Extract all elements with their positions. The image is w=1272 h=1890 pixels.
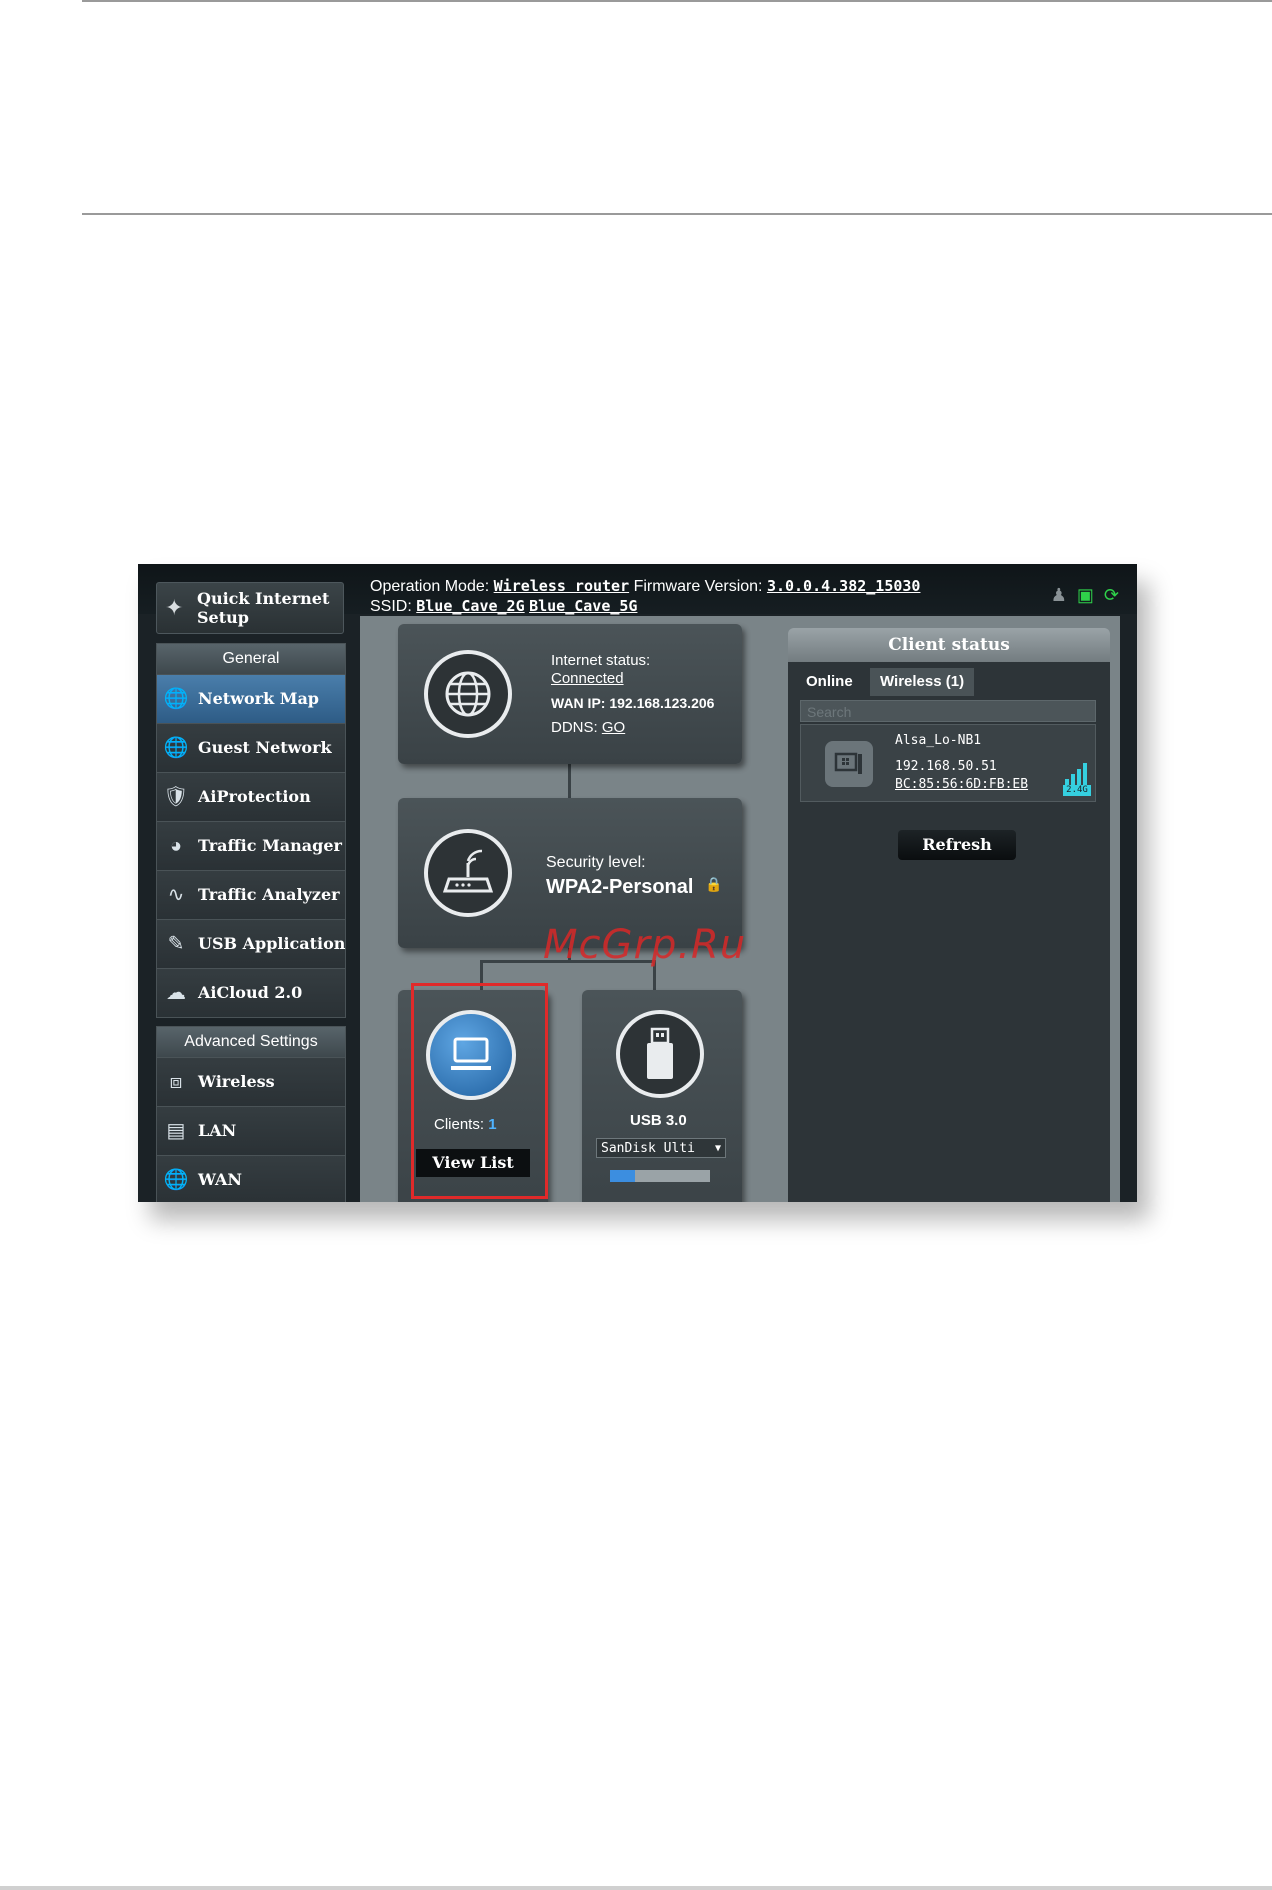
sidebar-item-wan[interactable]: 🌐 WAN xyxy=(157,1155,345,1202)
lan-icon: ▤ xyxy=(166,1120,186,1142)
client-status-title: Client status xyxy=(788,628,1110,662)
router-screenshot: Operation Mode: Wireless router Firmware… xyxy=(138,564,1137,1202)
tab-wireless[interactable]: Wireless (1) xyxy=(870,668,975,696)
ddns-line: DDNS: GO xyxy=(551,719,626,736)
globe-icon xyxy=(424,650,512,738)
windows-device-icon xyxy=(825,741,873,787)
sidebar-item-traffic-analyzer[interactable]: ∿ Traffic Analyzer xyxy=(157,870,345,919)
network-status-icon[interactable]: ▣ xyxy=(1077,586,1094,604)
clients-highlight-box xyxy=(411,983,548,1199)
lock-icon: 🔒 xyxy=(705,876,723,892)
client-search-input[interactable]: Search xyxy=(800,700,1096,722)
bottom-rule xyxy=(0,1886,1272,1890)
quick-internet-setup-button[interactable]: ✦ Quick Internet Setup xyxy=(156,582,344,634)
tab-online[interactable]: Online xyxy=(796,668,863,696)
sidebar-item-aicloud[interactable]: ☁ AiCloud 2.0 xyxy=(157,968,345,1017)
globe-icon: 🌐 xyxy=(163,1169,189,1191)
watermark: McGrp.Ru xyxy=(543,922,747,968)
usb-status-icon[interactable]: ⟳ xyxy=(1104,586,1119,604)
ssid-5g-link[interactable]: Blue_Cave_5G xyxy=(529,597,637,615)
users-icon[interactable]: ♟ xyxy=(1051,586,1067,604)
advanced-menu: Advanced Settings ⧈ Wireless ▤ LAN 🌐 WAN xyxy=(156,1026,346,1202)
network-map-icon: 🌐 xyxy=(163,688,189,710)
usb-usage-bar xyxy=(610,1170,710,1182)
ssid-2g-link[interactable]: Blue_Cave_2G xyxy=(416,597,524,615)
signal-strength-icon: 2.4G xyxy=(1063,759,1093,796)
security-level-label: Security level: xyxy=(546,854,646,871)
client-ip: 192.168.50.51 xyxy=(895,759,997,774)
gauge-icon: ◕ xyxy=(169,835,183,857)
wireless-icon: ⧈ xyxy=(169,1071,183,1093)
cloud-icon: ☁ xyxy=(166,982,186,1004)
chevron-down-icon: ▼ xyxy=(714,1143,721,1154)
operation-mode-line: Operation Mode: Wireless router Firmware… xyxy=(370,577,921,595)
ddns-go-link[interactable]: GO xyxy=(602,719,625,736)
advanced-header: Advanced Settings xyxy=(157,1027,345,1057)
security-level-value: WPA2-Personal 🔒 xyxy=(546,876,723,898)
sidebar-item-aiprotection[interactable]: 🛡 AiProtection xyxy=(157,772,345,821)
top-rule xyxy=(82,0,1272,2)
refresh-button[interactable]: Refresh xyxy=(898,830,1016,860)
wan-ip: WAN IP: 192.168.123.206 xyxy=(551,695,715,711)
usb-app-icon: ✎ xyxy=(167,933,185,955)
shield-icon: 🛡 xyxy=(163,786,189,808)
client-status-panel: Client status Online Wireless (1) Search… xyxy=(788,616,1110,1202)
pulse-icon: ∿ xyxy=(167,884,185,906)
router-icon xyxy=(424,829,512,917)
internet-card[interactable]: Internet status: Connected WAN IP: 192.1… xyxy=(398,624,742,764)
band-badge: 2.4G xyxy=(1063,785,1091,796)
internet-status-value[interactable]: Connected xyxy=(551,670,624,687)
operation-mode-link[interactable]: Wireless router xyxy=(494,577,629,595)
general-header: General xyxy=(157,644,345,674)
client-row[interactable]: Alsa_Lo-NB1 192.168.50.51 BC:85:56:6D:FB… xyxy=(800,724,1096,802)
guest-network-icon: 🌐 xyxy=(163,737,189,759)
status-icons: ♟ ▣ ⟳ xyxy=(1051,586,1119,604)
wand-icon: ✦ xyxy=(165,595,184,620)
sidebar-item-network-map[interactable]: 🌐 Network Map xyxy=(157,674,345,723)
internet-status-label: Internet status: xyxy=(551,652,651,669)
usb-label: USB 3.0 xyxy=(630,1112,687,1129)
usb-drive-icon xyxy=(616,1010,704,1098)
sidebar-item-wireless[interactable]: ⧈ Wireless xyxy=(157,1057,345,1106)
client-name: Alsa_Lo-NB1 xyxy=(895,733,982,748)
general-menu: General 🌐 Network Map 🌐 Guest Network 🛡 … xyxy=(156,643,346,1018)
section-rule xyxy=(82,213,1272,215)
sidebar-item-guest-network[interactable]: 🌐 Guest Network xyxy=(157,723,345,772)
sidebar-item-lan[interactable]: ▤ LAN xyxy=(157,1106,345,1155)
sidebar-item-usb-application[interactable]: ✎ USB Application xyxy=(157,919,345,968)
client-mac[interactable]: BC:85:56:6D:FB:EB xyxy=(895,777,1028,792)
usb-card[interactable]: USB 3.0 SanDisk Ulti ▼ xyxy=(582,990,742,1202)
usb-device-select[interactable]: SanDisk Ulti ▼ xyxy=(596,1138,726,1158)
client-status-body: Online Wireless (1) Search Alsa_Lo-NB1 1… xyxy=(788,662,1110,1202)
sidebar-item-traffic-manager[interactable]: ◕ Traffic Manager xyxy=(157,821,345,870)
usb-usage-fill xyxy=(610,1170,635,1182)
firmware-version-link[interactable]: 3.0.0.4.382_15030 xyxy=(767,577,921,595)
ssid-line: SSID: Blue_Cave_2G Blue_Cave_5G xyxy=(370,597,638,615)
